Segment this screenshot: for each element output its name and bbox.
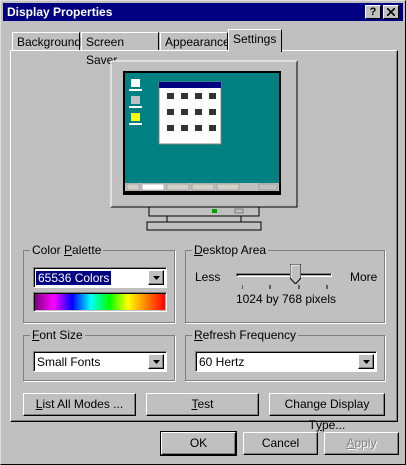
desktop-area-label: Desktop Area xyxy=(192,243,269,257)
power-light xyxy=(212,209,217,213)
refresh-frequency-value: 60 Hertz xyxy=(199,355,245,369)
change-display-type-button[interactable]: Change Display Type... xyxy=(269,393,385,432)
chevron-down-icon xyxy=(153,360,160,364)
dropdown-arrow[interactable] xyxy=(358,354,374,369)
refresh-frequency-group: Refresh Frequency 60 Hertz xyxy=(185,328,385,381)
color-palette-label: Color Palette xyxy=(30,243,104,257)
tab-screen-saver[interactable]: Screen Saver xyxy=(81,32,159,67)
font-size-group: Font Size Small Fonts xyxy=(23,328,175,381)
more-label: More xyxy=(350,270,378,284)
list-all-modes-button[interactable]: List All Modes ... xyxy=(23,393,136,416)
color-spectrum-bar xyxy=(33,292,167,312)
font-size-value: Small Fonts xyxy=(37,355,101,369)
monitor-preview xyxy=(110,60,298,231)
slider-track[interactable] xyxy=(236,273,332,277)
tab-settings[interactable]: Settings xyxy=(228,29,282,52)
desktop-area-group: Desktop Area Less More 1024 by 768 pixel… xyxy=(185,243,385,323)
test-button[interactable]: Test xyxy=(146,393,259,416)
chevron-down-icon xyxy=(153,276,160,280)
close-icon xyxy=(386,7,396,17)
less-label: Less xyxy=(195,270,221,284)
display-properties-window: Display Properties ? Background Screen S… xyxy=(0,0,406,465)
close-button[interactable] xyxy=(383,5,399,19)
title-bar[interactable]: Display Properties ? xyxy=(3,3,403,21)
tab-appearance[interactable]: Appearance xyxy=(160,32,230,51)
tab-label: Background xyxy=(17,35,82,49)
tab-label: Settings xyxy=(233,32,277,46)
cancel-button[interactable]: Cancel xyxy=(243,432,318,455)
color-palette-select[interactable]: 65536 Colors xyxy=(33,267,167,288)
resolution-text: 1024 by 768 pixels xyxy=(235,292,337,306)
slider-ticks xyxy=(241,281,328,289)
refresh-frequency-select[interactable]: 60 Hertz xyxy=(195,351,377,372)
tab-background[interactable]: Background xyxy=(12,32,82,51)
font-size-label: Font Size xyxy=(30,328,85,342)
ok-button[interactable]: OK xyxy=(160,431,237,456)
chevron-down-icon xyxy=(363,360,370,364)
color-palette-group: Color Palette 65536 Colors xyxy=(23,243,175,323)
help-button[interactable]: ? xyxy=(365,5,381,19)
window-title: Display Properties xyxy=(7,5,113,19)
dropdown-arrow[interactable] xyxy=(148,354,164,369)
dropdown-arrow[interactable] xyxy=(148,270,164,285)
tab-label: Appearance xyxy=(165,35,230,49)
refresh-frequency-label: Refresh Frequency xyxy=(192,328,299,342)
apply-button[interactable]: Apply xyxy=(324,432,399,455)
settings-panel: Color Palette 65536 Colors Desktop Area … xyxy=(10,50,398,432)
color-palette-value: 65536 Colors xyxy=(36,271,112,285)
font-size-select[interactable]: Small Fonts xyxy=(33,351,167,372)
